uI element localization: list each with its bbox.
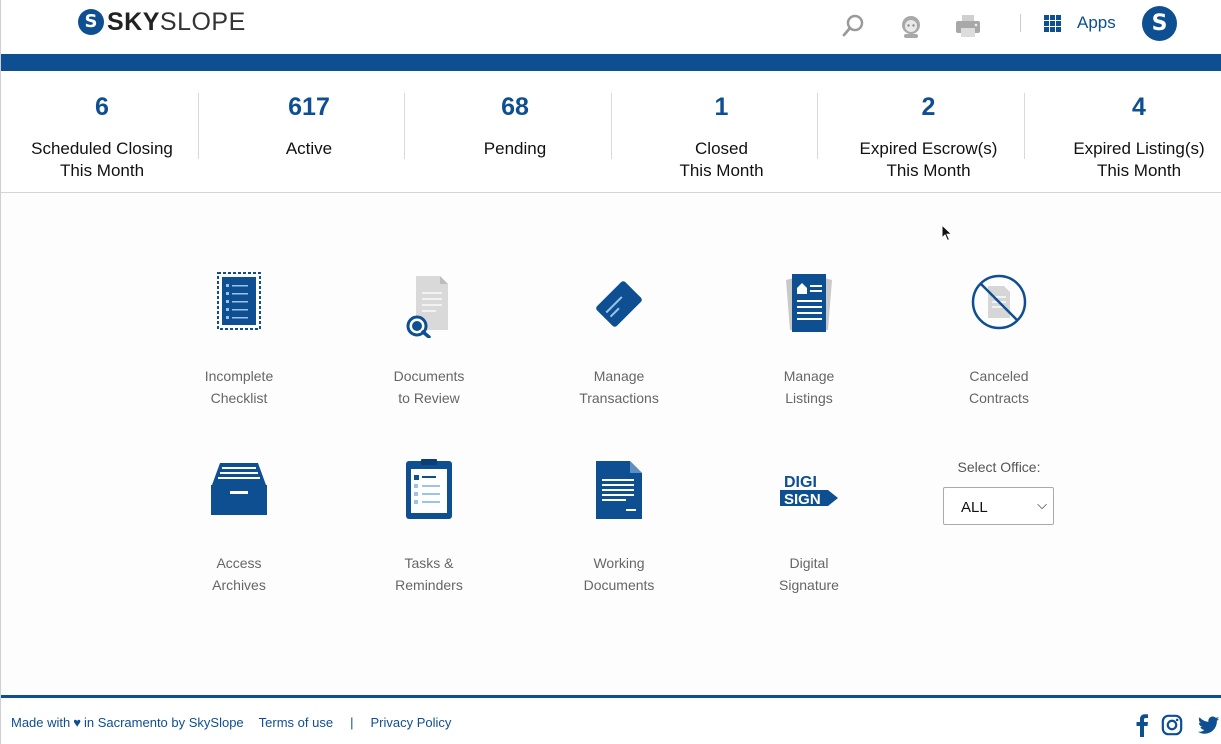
office-select-dropdown[interactable]: ALL ⌵ xyxy=(943,487,1054,525)
svg-text:SIGN: SIGN xyxy=(784,491,821,508)
print-icon[interactable] xyxy=(954,12,982,40)
stat-value: 2 xyxy=(921,93,936,121)
document-review-icon xyxy=(406,276,448,338)
stat-divider xyxy=(611,93,612,159)
tile-label: Access Archives xyxy=(212,555,266,593)
skyslope-logo[interactable]: SKYSLOPE xyxy=(78,9,246,35)
stat-closed[interactable]: 1 Closed This Month xyxy=(618,71,825,193)
stat-label: Expired Escrow(s) This Month xyxy=(859,139,998,180)
top-header: SKYSLOPE Apps S xyxy=(1,0,1221,54)
clipboard-icon xyxy=(406,459,452,519)
stat-value: 4 xyxy=(1132,93,1146,121)
svg-text:DIGI: DIGI xyxy=(784,474,817,491)
tile-incomplete-checklist[interactable]: Incomplete Checklist xyxy=(159,268,319,409)
tile-label: Manage Listings xyxy=(783,368,835,406)
terms-of-use-link[interactable]: Terms of use xyxy=(259,715,333,730)
twitter-icon[interactable] xyxy=(1198,713,1220,737)
tile-label: Incomplete Checklist xyxy=(204,368,274,406)
footer-made-with-prefix: Made with xyxy=(11,715,71,730)
stat-expired-listing[interactable]: 4 Expired Listing(s) This Month xyxy=(1032,71,1221,193)
user-avatar[interactable]: S xyxy=(1142,6,1177,41)
stat-scheduled-closing[interactable]: 6 Scheduled Closing This Month xyxy=(1,71,203,193)
tile-canceled-contracts[interactable]: Canceled Contracts xyxy=(919,268,1079,409)
stat-label: Scheduled Closing This Month xyxy=(31,139,173,180)
mouse-pointer-icon xyxy=(941,224,953,242)
archive-drawer-icon xyxy=(211,463,267,515)
logo-text: SKYSLOPE xyxy=(107,8,246,36)
stat-value: 6 xyxy=(95,93,109,121)
tile-digital-signature[interactable]: DIGI SIGN Digital Signature xyxy=(729,455,889,596)
stat-value: 617 xyxy=(288,93,330,121)
header-accent-bar xyxy=(1,54,1221,71)
transactions-card-icon xyxy=(596,281,642,327)
stat-label: Pending xyxy=(483,139,547,158)
apps-menu-button[interactable]: Apps xyxy=(1044,13,1116,33)
stats-bar: 6 Scheduled Closing This Month 617 Active… xyxy=(1,71,1221,193)
footer-made-with-suffix: in Sacramento by SkySlope xyxy=(83,715,244,730)
office-selector: Select Office: ALL ⌵ xyxy=(943,459,1055,525)
stat-divider xyxy=(198,93,199,159)
working-document-icon xyxy=(596,461,642,519)
search-icon[interactable] xyxy=(839,12,867,40)
tile-label: Documents to Review xyxy=(393,368,465,406)
chevron-down-icon: ⌵ xyxy=(1037,497,1047,512)
tile-manage-transactions[interactable]: Manage Transactions xyxy=(539,268,699,409)
tile-label: Digital Signature xyxy=(779,555,839,593)
facebook-icon[interactable] xyxy=(1131,713,1153,737)
apps-grid-icon xyxy=(1044,14,1061,32)
stat-active[interactable]: 617 Active xyxy=(206,71,412,193)
heart-icon: ♥ xyxy=(73,715,81,730)
tile-label: Canceled Contracts xyxy=(969,368,1029,406)
footer-links: Made with ♥ in Sacramento by SkySlope Te… xyxy=(11,715,451,730)
stat-label: Closed This Month xyxy=(679,139,764,180)
logo-mark-icon xyxy=(78,9,104,35)
tile-label: Manage Transactions xyxy=(579,368,659,406)
stat-divider xyxy=(404,93,405,159)
tile-label: Tasks & Reminders xyxy=(395,555,463,593)
tile-documents-to-review[interactable]: Documents to Review xyxy=(349,268,509,409)
canceled-document-icon xyxy=(971,274,1027,330)
footer: Made with ♥ in Sacramento by SkySlope Te… xyxy=(1,698,1221,744)
tile-tasks-reminders[interactable]: Tasks & Reminders xyxy=(349,455,509,596)
select-office-label: Select Office: xyxy=(957,459,1041,475)
tile-manage-listings[interactable]: Manage Listings xyxy=(729,268,889,409)
stat-value: 1 xyxy=(714,93,729,121)
stat-expired-escrow[interactable]: 2 Expired Escrow(s) This Month xyxy=(825,71,1032,193)
checklist-icon xyxy=(217,272,261,330)
header-divider xyxy=(1020,14,1021,32)
stat-divider xyxy=(817,93,818,159)
stat-pending[interactable]: 68 Pending xyxy=(412,71,618,193)
instagram-icon[interactable] xyxy=(1161,713,1183,737)
office-selected-value: ALL xyxy=(961,499,988,516)
stat-label: Active xyxy=(285,139,333,158)
footer-separator: | xyxy=(350,715,354,730)
stat-value: 68 xyxy=(501,93,529,121)
privacy-policy-link[interactable]: Privacy Policy xyxy=(370,715,451,730)
tile-working-documents[interactable]: Working Documents xyxy=(539,455,699,596)
digisign-icon: DIGI SIGN xyxy=(780,474,838,508)
stat-divider xyxy=(1024,93,1025,159)
apps-label: Apps xyxy=(1077,13,1116,32)
stat-label: Expired Listing(s) This Month xyxy=(1073,139,1205,180)
tile-label: Working Documents xyxy=(583,555,655,593)
support-agent-icon[interactable] xyxy=(897,12,925,40)
tile-access-archives[interactable]: Access Archives xyxy=(159,455,319,596)
listings-icon xyxy=(786,274,832,332)
